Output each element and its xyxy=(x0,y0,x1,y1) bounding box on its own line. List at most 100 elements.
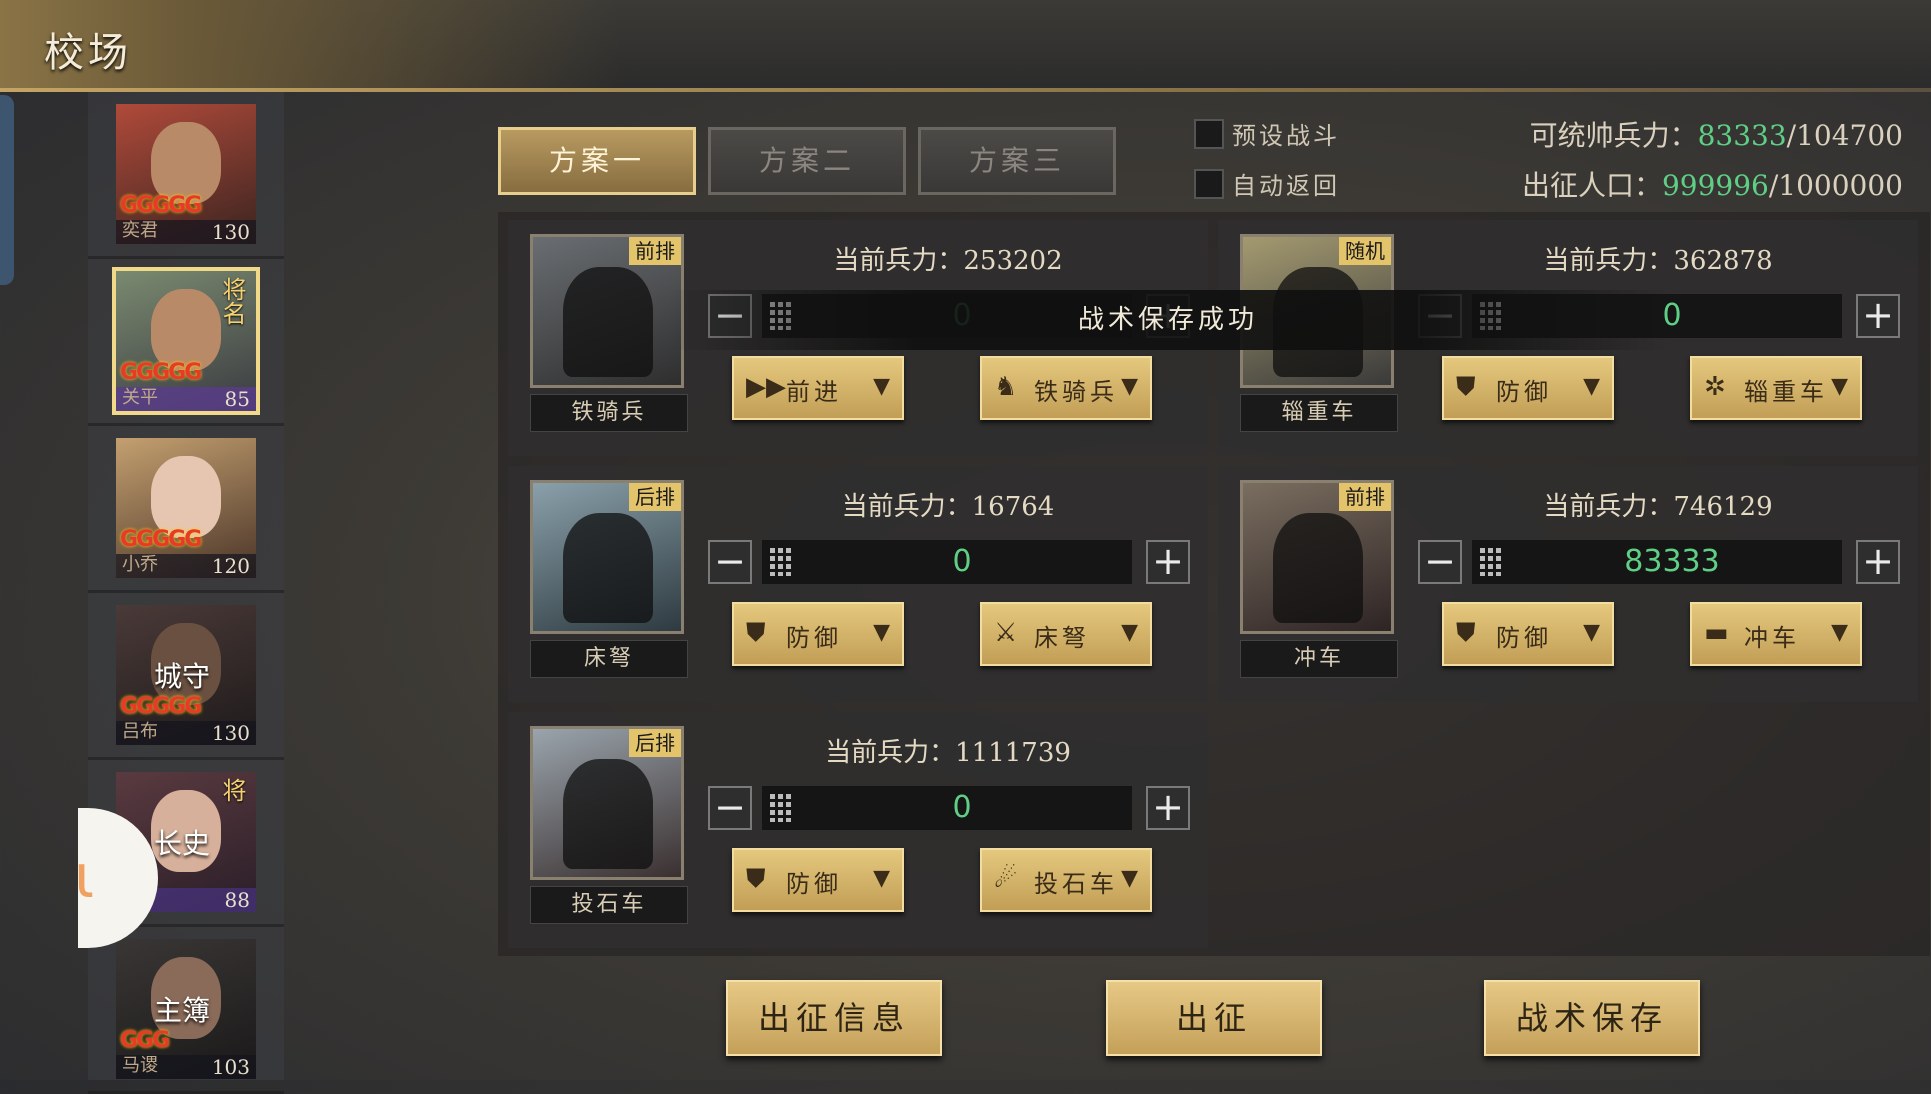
position-tag: 随机 xyxy=(1339,237,1391,265)
hero-card[interactable]: 城守 GGGGG 吕布 130 xyxy=(88,593,284,760)
hero-name: 奕君 xyxy=(122,220,158,241)
unit-portrait[interactable]: 后排 xyxy=(530,726,684,880)
hero-role: 主簿 xyxy=(154,994,211,1027)
depart-button[interactable]: 出征 xyxy=(1106,980,1322,1056)
unit-silhouette xyxy=(563,267,653,377)
tab-plan-2[interactable]: 方案二 xyxy=(708,127,906,195)
unit-type-dropdown[interactable]: ✲ 辎重车 ▼ xyxy=(1690,356,1862,420)
troop-quantity-field[interactable]: 0 xyxy=(762,786,1132,830)
top-bar: 校场 xyxy=(0,0,1931,92)
shield-icon: ⛊ xyxy=(746,864,766,894)
hero-portrait: 城守 GGGGG 吕布 130 xyxy=(116,605,256,745)
side-drawer-handle[interactable] xyxy=(0,95,14,285)
decrease-button[interactable]: − xyxy=(708,786,752,830)
hero-card[interactable]: 主簿 GGG 马谡 103 xyxy=(88,927,284,1094)
catapult-icon: ☄ xyxy=(994,864,1018,894)
hero-portrait: GGGGG 小乔 120 xyxy=(116,438,256,578)
hero-role: 城守 xyxy=(154,660,211,693)
unit-type-dropdown[interactable]: ▬ 冲车 ▼ xyxy=(1690,602,1862,666)
hero-stars: GGGGG xyxy=(120,527,202,552)
hero-stars: GGGGG xyxy=(120,694,202,719)
unit-portrait[interactable]: 后排 xyxy=(530,480,684,634)
preset-battle-option[interactable]: 预设战斗 xyxy=(1194,116,1340,151)
unit-type-dropdown[interactable]: ⚔ 床弩 ▼ xyxy=(980,602,1152,666)
increase-button[interactable]: + xyxy=(1856,540,1900,584)
tactic-dropdown[interactable]: ⛊ 防御 ▼ xyxy=(1442,356,1614,420)
save-tactics-button[interactable]: 战术保存 xyxy=(1484,980,1700,1056)
hero-card-selected[interactable]: 将名 GGGGG 关平 85 xyxy=(88,259,284,426)
caret-down-icon: ▼ xyxy=(873,620,890,645)
hero-level: 88 xyxy=(224,888,250,912)
tab-plan-3[interactable]: 方案三 xyxy=(918,127,1116,195)
command-capacity-current: 83333 xyxy=(1697,119,1787,152)
hero-face xyxy=(151,456,221,538)
hero-portrait: 将名 GGGGG 关平 85 xyxy=(112,267,260,415)
population-label: 出征人口： xyxy=(1521,169,1662,202)
shield-icon: ⛊ xyxy=(1456,618,1476,648)
command-capacity-max: /104700 xyxy=(1786,119,1903,152)
page-title: 校场 xyxy=(44,30,132,76)
current-troops-label: 当前兵力： xyxy=(841,492,972,522)
auto-return-label: 自动返回 xyxy=(1232,172,1340,200)
increase-button[interactable]: + xyxy=(1146,786,1190,830)
unit-name: 铁骑兵 xyxy=(530,394,688,432)
hero-role: 长史 xyxy=(154,827,211,860)
tactic-dropdown[interactable]: ⛊ 防御 ▼ xyxy=(732,602,904,666)
shield-icon: ⛊ xyxy=(746,618,766,648)
tactic-dropdown[interactable]: ▶▶ 前进 ▼ xyxy=(732,356,904,420)
tab-plan-1[interactable]: 方案一 xyxy=(498,127,696,195)
tactic-label: 防御 xyxy=(1496,378,1552,406)
position-tag: 前排 xyxy=(629,237,681,265)
hero-badge: 将名 xyxy=(218,277,246,325)
current-troops-value: 16764 xyxy=(971,492,1055,522)
current-troops: 当前兵力：362878 xyxy=(1418,240,1898,277)
troop-quantity-field[interactable]: 83333 xyxy=(1472,540,1842,584)
hero-info-bar: 马谡 103 xyxy=(116,1055,256,1079)
unit-name: 床弩 xyxy=(530,640,688,678)
hero-portrait: GGGGG 奕君 130 xyxy=(116,104,256,244)
hero-card[interactable]: GGGGG 小乔 120 xyxy=(88,426,284,593)
tactic-dropdown[interactable]: ⛊ 防御 ▼ xyxy=(732,848,904,912)
caret-down-icon: ▼ xyxy=(1831,620,1848,645)
auto-return-option[interactable]: 自动返回 xyxy=(1194,166,1340,201)
caret-down-icon: ▼ xyxy=(1121,866,1138,891)
troop-quantity-field[interactable]: 0 xyxy=(762,540,1132,584)
current-troops: 当前兵力：253202 xyxy=(708,240,1188,277)
unit-portrait[interactable]: 前排 xyxy=(1240,480,1394,634)
decrease-button[interactable]: − xyxy=(708,540,752,584)
population-current: 999996 xyxy=(1661,169,1769,202)
hero-card[interactable]: GGGGG 奕君 130 xyxy=(88,92,284,259)
current-troops-value: 1111739 xyxy=(955,738,1071,768)
unit-type-dropdown[interactable]: ☄ 投石车 ▼ xyxy=(980,848,1152,912)
position-tag: 后排 xyxy=(629,729,681,757)
current-troops-value: 362878 xyxy=(1673,246,1773,276)
increase-button[interactable]: + xyxy=(1146,540,1190,584)
unit-name: 投石车 xyxy=(530,886,688,924)
auto-return-checkbox[interactable] xyxy=(1194,168,1224,199)
increase-button[interactable]: + xyxy=(1856,294,1900,338)
preset-battle-checkbox[interactable] xyxy=(1194,118,1224,149)
expedition-info-button[interactable]: 出征信息 xyxy=(726,980,942,1056)
hero-stars: GGG xyxy=(120,1028,170,1053)
caret-down-icon: ▼ xyxy=(1583,374,1600,399)
top-bar-divider xyxy=(0,88,1931,92)
hero-stars: GGGGG xyxy=(120,360,202,385)
keypad-icon xyxy=(770,548,792,576)
tactic-dropdown[interactable]: ⛊ 防御 ▼ xyxy=(1442,602,1614,666)
command-capacity-label: 可统帅兵力： xyxy=(1529,119,1698,152)
caret-down-icon: ▼ xyxy=(1583,620,1600,645)
unit-type-dropdown[interactable]: ♞ 铁骑兵 ▼ xyxy=(980,356,1152,420)
troop-quantity-value: 0 xyxy=(952,790,972,825)
unit-portrait[interactable]: 前排 xyxy=(530,234,684,388)
unit-type-label: 投石车 xyxy=(1034,870,1118,898)
advance-icon: ▶▶ xyxy=(746,372,786,402)
hero-info-bar: 吕布 130 xyxy=(116,721,256,745)
hero-stars: GGGGG xyxy=(120,193,202,218)
decrease-button[interactable]: − xyxy=(1418,540,1462,584)
population-max: /1000000 xyxy=(1768,169,1903,202)
formation-slot: 后排 投石车 当前兵力：1111739 − 0 + ⛊ 防御 ▼ ☄ 投石车 ▼ xyxy=(508,712,1208,948)
expedition-population: 出征人口：999996/1000000 xyxy=(1522,164,1903,204)
caret-down-icon: ▼ xyxy=(873,866,890,891)
current-troops: 当前兵力：1111739 xyxy=(708,732,1188,769)
formation-slot: 后排 床弩 当前兵力：16764 − 0 + ⛊ 防御 ▼ ⚔ 床弩 ▼ xyxy=(508,466,1208,702)
